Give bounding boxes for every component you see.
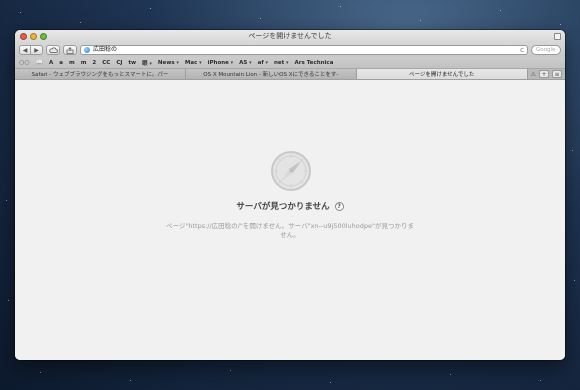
address-bar[interactable]: 広田稔の c bbox=[80, 45, 528, 55]
nav-buttons: ◀ ▶ bbox=[19, 45, 43, 55]
bookmark-item[interactable]: Ars Technica bbox=[295, 60, 334, 66]
globe-icon bbox=[84, 47, 90, 53]
bookmark-item[interactable]: tw bbox=[128, 60, 136, 66]
bookmark-item[interactable]: 2 bbox=[92, 60, 96, 66]
error-message: ページ"https://広田稔の/"を開けません。サーバ"xn--u9j500l… bbox=[166, 222, 414, 239]
bookmark-item[interactable]: CJ bbox=[116, 60, 122, 66]
window-title: ページを開けませんでした bbox=[248, 32, 332, 40]
cloud-icon bbox=[48, 47, 58, 53]
bookmarks-book-icon[interactable]: 📖 bbox=[35, 59, 42, 66]
address-text: 広田稔の bbox=[93, 46, 118, 53]
error-title-text: サーバが見つかりません bbox=[236, 202, 330, 212]
bookmark-folder[interactable]: 眼 bbox=[142, 59, 152, 67]
bookmarks-bar: ○○ 📖 A a m m 2 CC CJ tw 眼 News Mac iPhon… bbox=[15, 57, 565, 69]
tab-bar: Safari - ウェブブラウジングをもっとスマートに。パー OS X Moun… bbox=[15, 69, 565, 80]
bookmark-folder[interactable]: Mac bbox=[185, 60, 202, 66]
reload-icon[interactable]: c bbox=[520, 46, 524, 54]
icloud-tabs-button[interactable] bbox=[46, 45, 60, 55]
title-bar: ページを開けませんでした bbox=[15, 30, 565, 43]
share-button[interactable] bbox=[63, 45, 77, 55]
bookmark-folder[interactable]: af bbox=[258, 60, 268, 66]
bookmark-folder[interactable]: iPhone bbox=[208, 60, 234, 66]
search-field[interactable]: Google bbox=[531, 45, 561, 55]
warning-icon: ⚠ bbox=[530, 70, 537, 78]
tab-error-page[interactable]: ページを開けませんでした bbox=[356, 69, 528, 79]
share-icon bbox=[66, 46, 74, 54]
forward-button[interactable]: ▶ bbox=[31, 45, 43, 55]
error-heading: サーバが見つかりません ? bbox=[15, 200, 565, 212]
bookmark-folder[interactable]: AS bbox=[239, 60, 251, 66]
help-icon[interactable]: ? bbox=[334, 201, 344, 211]
back-button[interactable]: ◀ bbox=[19, 45, 31, 55]
safari-compass-icon bbox=[271, 151, 311, 191]
tab-overview-icon[interactable]: ≡ bbox=[552, 70, 563, 78]
bookmark-item[interactable]: A bbox=[49, 60, 53, 66]
tab-bar-controls: ⚠ + ≡ bbox=[528, 69, 565, 79]
bookmark-item[interactable]: m bbox=[69, 60, 75, 66]
fullscreen-button[interactable] bbox=[554, 33, 561, 40]
reading-list-icon[interactable]: ○○ bbox=[19, 59, 29, 66]
safari-window: ページを開けませんでした ◀ ▶ 広田稔の c Google ○○ 📖 A a … bbox=[15, 30, 565, 360]
bookmark-item[interactable]: m bbox=[81, 60, 87, 66]
bookmark-folder[interactable]: News bbox=[158, 60, 179, 66]
tab-mountain-lion[interactable]: OS X Mountain Lion - 新しいOS Xにできることをす- bbox=[185, 69, 357, 79]
bookmark-item[interactable]: CC bbox=[102, 60, 110, 66]
bookmark-folder[interactable]: net bbox=[274, 60, 289, 66]
tab-safari[interactable]: Safari - ウェブブラウジングをもっとスマートに。パー bbox=[15, 69, 186, 79]
toolbar: ◀ ▶ 広田稔の c Google bbox=[15, 43, 565, 57]
new-tab-button[interactable]: + bbox=[539, 70, 550, 78]
bookmark-item[interactable]: a bbox=[59, 60, 63, 66]
page-content: サーバが見つかりません ? ページ"https://広田稔の/"を開けません。サ… bbox=[15, 80, 565, 360]
